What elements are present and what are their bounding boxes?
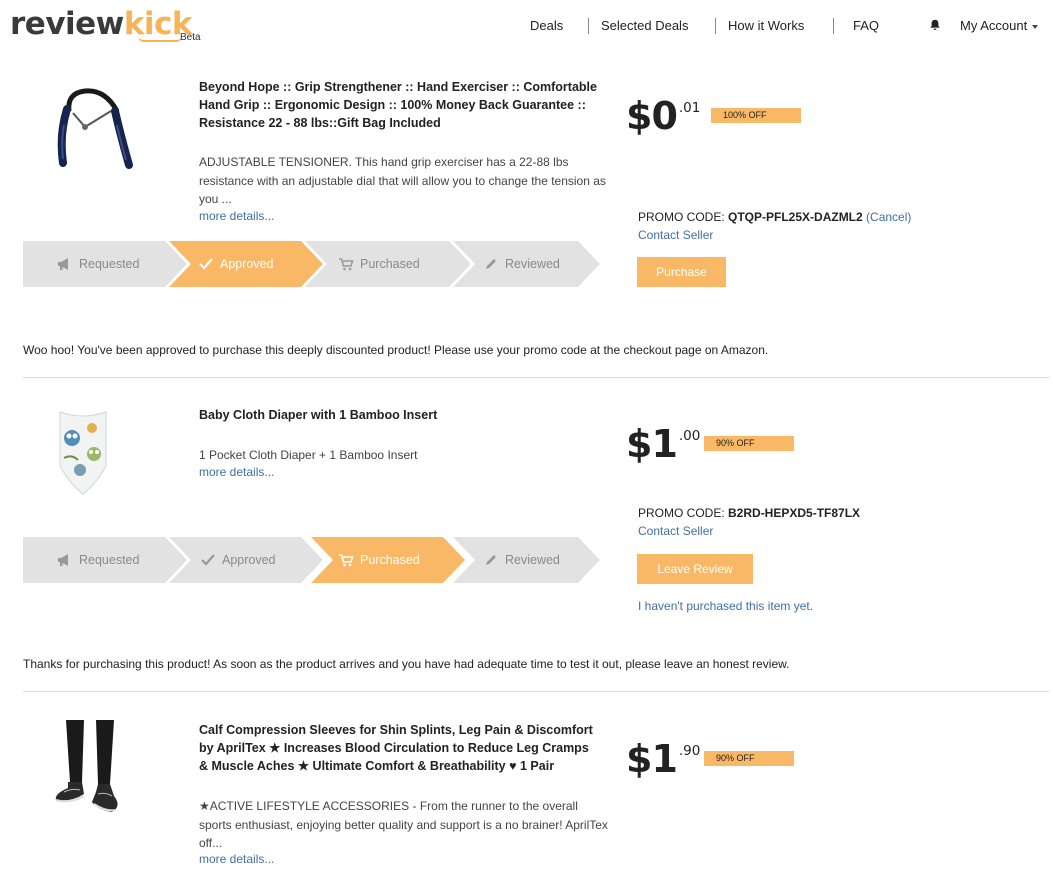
contact-seller-link[interactable]: Contact Seller <box>638 524 713 538</box>
divider <box>23 377 1049 378</box>
my-account-menu[interactable]: My Account <box>960 18 1039 33</box>
logo-swoosh <box>138 36 182 42</box>
step-reviewed: Reviewed <box>483 537 560 583</box>
nav-separator <box>588 18 589 34</box>
product-image-hand-grip[interactable] <box>55 85 135 170</box>
step-purchased: Purchased <box>338 537 420 583</box>
shopping-cart-icon <box>339 257 354 271</box>
product-title[interactable]: Baby Cloth Diaper with 1 Bamboo Insert <box>199 406 599 424</box>
checkmark-icon <box>201 553 215 566</box>
nav-deals[interactable]: Deals <box>530 18 563 33</box>
status-message: Woo hoo! You've been approved to purchas… <box>23 343 769 357</box>
product-image-cloth-diaper[interactable] <box>56 408 110 496</box>
leave-review-button[interactable]: Leave Review <box>637 554 753 584</box>
my-account-label: My Account <box>960 18 1028 33</box>
bell-icon[interactable] <box>929 19 941 31</box>
discount-badge: 90% OFF <box>704 751 794 766</box>
megaphone-icon <box>58 553 68 566</box>
pencil-icon <box>486 258 496 269</box>
price-cents: .01 <box>678 100 701 116</box>
product-description: ★ACTIVE LIFESTYLE ACCESSORIES - From the… <box>199 799 608 850</box>
step-requested: Requested <box>57 241 139 287</box>
nav-selected-deals[interactable]: Selected Deals <box>601 18 688 33</box>
checkmark-icon <box>199 257 213 270</box>
more-details-link[interactable]: more details... <box>199 465 274 479</box>
price-cents: .00 <box>678 428 701 444</box>
product-title[interactable]: Calf Compression Sleeves for Shin Splint… <box>199 721 599 775</box>
more-details-link[interactable]: more details... <box>199 209 274 223</box>
discount-badge: 100% OFF <box>711 108 801 123</box>
progress-steps: Requested Approved Purchased Reviewed <box>23 241 603 287</box>
top-nav: Deals Selected Deals How it Works FAQ My… <box>0 18 1053 34</box>
shopping-cart-icon <box>339 553 354 567</box>
contact-seller-link[interactable]: Contact Seller <box>638 228 713 242</box>
megaphone-icon <box>58 257 68 270</box>
discount-badge: 90% OFF <box>704 436 794 451</box>
product-description: 1 Pocket Cloth Diaper + 1 Bamboo Insert <box>199 448 418 462</box>
step-reviewed: Reviewed <box>483 241 560 287</box>
step-requested: Requested <box>57 537 139 583</box>
price-dollars: $1 <box>626 422 678 466</box>
nav-how-it-works[interactable]: How it Works <box>728 18 804 33</box>
step-approved: Approved <box>200 537 276 583</box>
price: $0.01 <box>626 94 700 138</box>
more-details-link[interactable]: more details... <box>199 852 274 866</box>
progress-steps: Requested Approved Purchased Reviewed <box>23 537 603 583</box>
divider <box>23 691 1049 692</box>
promo-code: B2RD-HEPXD5-TF87LX <box>728 506 861 520</box>
cancel-promo-link[interactable]: (Cancel) <box>866 210 911 224</box>
product-title[interactable]: Beyond Hope :: Grip Strengthener :: Hand… <box>199 78 599 132</box>
nav-faq[interactable]: FAQ <box>853 18 879 33</box>
chevron-down-icon <box>1032 24 1039 29</box>
promo-code-row: PROMO CODE: B2RD-HEPXD5-TF87LX <box>638 506 860 520</box>
step-approved: Approved <box>198 241 274 287</box>
price: $1.90 <box>626 737 700 781</box>
pencil-icon <box>486 554 496 565</box>
nav-separator <box>715 18 716 34</box>
product-image-calf-sleeves[interactable] <box>52 718 128 816</box>
price-cents: .90 <box>678 743 701 759</box>
nav-separator <box>833 18 834 34</box>
status-message: Thanks for purchasing this product! As s… <box>23 657 790 671</box>
price: $1.00 <box>626 422 700 466</box>
promo-code: QTQP-PFL25X-DAZML2 <box>728 210 863 224</box>
price-dollars: $1 <box>626 737 678 781</box>
promo-label: PROMO CODE: <box>638 506 725 520</box>
not-purchased-link[interactable]: I haven't purchased this item yet. <box>638 599 813 613</box>
step-purchased: Purchased <box>338 241 420 287</box>
product-description: ADJUSTABLE TENSIONER. This hand grip exe… <box>199 155 606 206</box>
promo-code-row: PROMO CODE: QTQP-PFL25X-DAZML2 (Cancel) <box>638 210 911 224</box>
promo-label: PROMO CODE: <box>638 210 725 224</box>
price-dollars: $0 <box>626 94 678 138</box>
purchase-button[interactable]: Purchase <box>637 257 726 287</box>
